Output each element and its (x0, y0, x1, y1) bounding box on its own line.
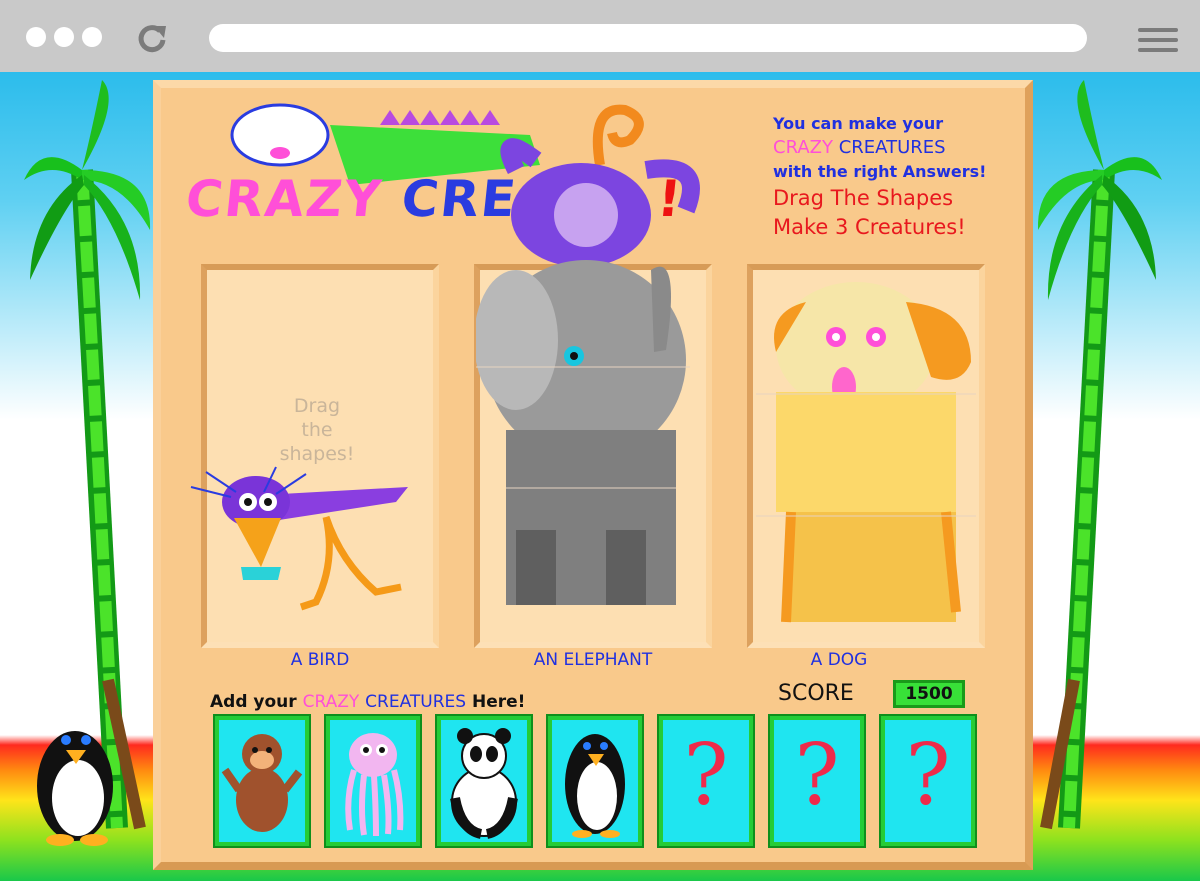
creature-card-locked[interactable]: ? (768, 714, 866, 848)
creature-card-locked[interactable]: ? (879, 714, 977, 848)
drop-hint: Drag the shapes! (279, 395, 355, 465)
question-mark-icon: ? (905, 726, 951, 824)
window-dot-icon[interactable] (82, 27, 102, 47)
instruction-line-5: Make 3 Creatures! (773, 215, 966, 239)
instruction-crazy: CRAZY (773, 137, 833, 158)
instruction-line-4: Drag The Shapes (773, 186, 954, 210)
score-label: SCORE (778, 681, 854, 706)
browser-toolbar (0, 0, 1200, 72)
add-creatures-label: Add your CRAZY CREATURES Here! (210, 692, 526, 712)
address-bar[interactable] (209, 24, 1087, 52)
instruction-creatures: CREATURES (838, 137, 946, 158)
creature-card-locked[interactable]: ? (657, 714, 755, 848)
instructions: You can make your CRAZY CREATURES with t… (773, 112, 1003, 242)
creature-card-penguin[interactable] (546, 714, 644, 848)
creature-card-octopus[interactable] (324, 714, 422, 848)
bird-shape-piece[interactable] (186, 462, 416, 612)
panda-icon (450, 728, 518, 839)
octopus-icon (345, 733, 404, 837)
penguin-icon (565, 734, 625, 838)
window-dot-icon[interactable] (26, 27, 46, 47)
reload-icon[interactable] (136, 22, 168, 54)
window-dot-icon[interactable] (54, 27, 74, 47)
slot-label-elephant: AN ELEPHANT (533, 650, 653, 670)
hamburger-menu-icon[interactable] (1138, 28, 1178, 52)
creature-card-monkey[interactable] (213, 714, 311, 848)
dog-shape-piece[interactable] (756, 282, 978, 627)
score-value: 1500 (893, 680, 965, 708)
slot-label-dog: A DOG (810, 650, 868, 670)
title-word-crazy: CRAZY (182, 170, 386, 228)
monkey-icon (221, 734, 303, 832)
question-mark-icon: ? (794, 726, 840, 824)
elephant-shape-piece[interactable] (476, 100, 716, 608)
creature-card-panda[interactable] (435, 714, 533, 848)
instruction-line-3: with the right Answers! (773, 162, 987, 181)
slot-label-bird: A BIRD (290, 650, 350, 670)
palm-tree-right (1037, 80, 1162, 830)
penguin-mascot (37, 731, 113, 846)
instruction-line-1: You can make your (773, 114, 944, 133)
question-mark-icon: ? (683, 726, 729, 824)
